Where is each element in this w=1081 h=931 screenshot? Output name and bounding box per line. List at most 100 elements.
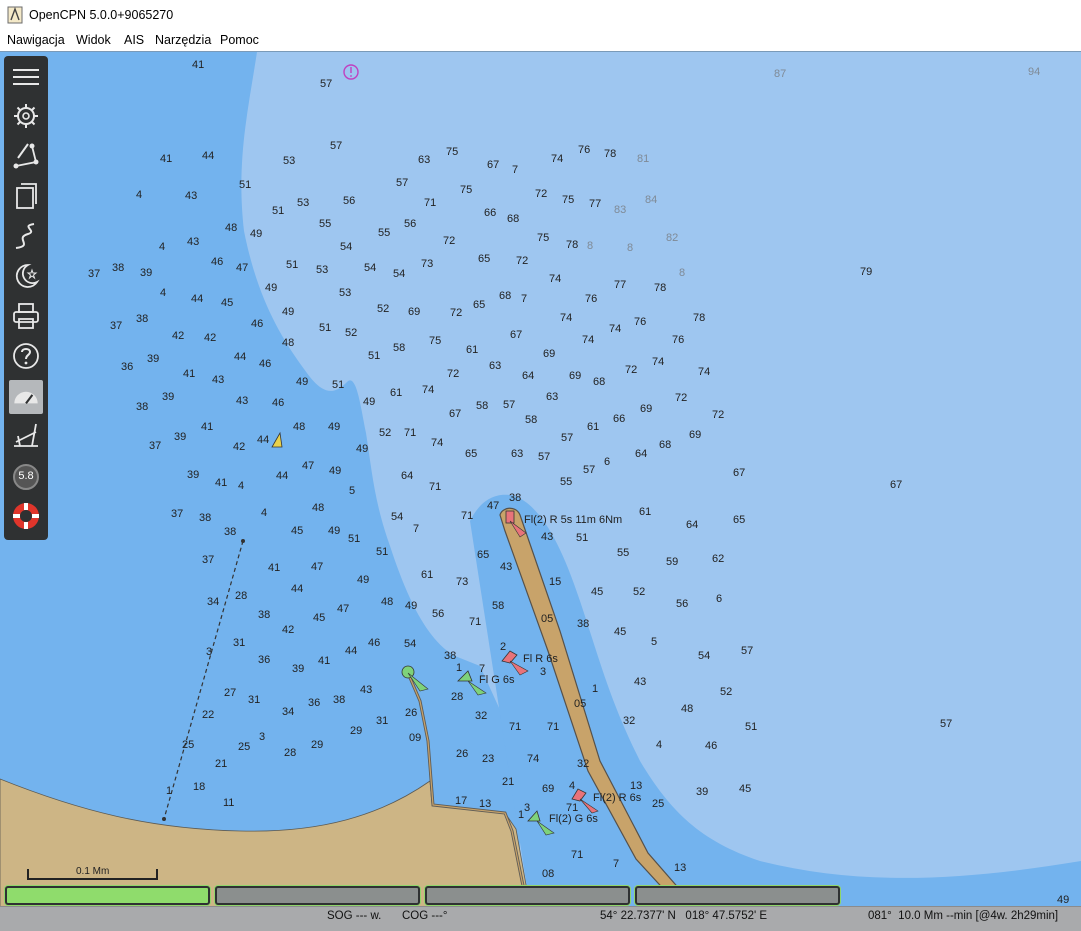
depth-sounding: 56	[676, 598, 688, 610]
stat-box-4[interactable]	[635, 886, 840, 905]
depth-sounding: 82	[666, 232, 678, 244]
depth-sounding: 43	[185, 190, 197, 202]
menu-nawigacja[interactable]: Nawigacja	[7, 33, 65, 47]
depth-sounding: 63	[489, 360, 501, 372]
depth-sounding: 05	[541, 613, 553, 625]
depth-sounding: 39	[187, 469, 199, 481]
depth-sounding: 38	[258, 609, 270, 621]
mob-icon[interactable]	[10, 500, 42, 532]
depth-sounding: 81	[637, 153, 649, 165]
depth-sounding: 76	[578, 144, 590, 156]
depth-sounding: 57	[940, 718, 952, 730]
depth-sounding: 44	[291, 583, 303, 595]
depth-sounding: 71	[404, 427, 416, 439]
depth-sounding: 72	[443, 235, 455, 247]
menu-narzedzia[interactable]: Narzędzia	[155, 33, 211, 47]
depth-sounding: 41	[160, 153, 172, 165]
depth-sounding: 1	[456, 662, 462, 674]
depth-sounding: 09	[409, 732, 421, 744]
menu-widok[interactable]: Widok	[76, 33, 111, 47]
depth-sounding: 39	[292, 663, 304, 675]
depth-sounding: 32	[623, 715, 635, 727]
depth-sounding: 4	[160, 287, 166, 299]
light-label-1: Fl(2) R 5s 11m 6Nm	[524, 514, 622, 526]
nautical-chart[interactable]: 415787 9441 44 5357637567 77476 78 814 43515153…	[0, 52, 1081, 906]
menu-pomoc[interactable]: Pomoc	[220, 33, 259, 47]
stat-box-1[interactable]	[5, 886, 210, 905]
status-bar: SOG --- w. COG ---° 54° 22.7377' N 018° …	[0, 906, 1081, 931]
depth-sounding: 69	[408, 306, 420, 318]
depth-sounding: 42	[204, 332, 216, 344]
depth-sounding: 22	[202, 709, 214, 721]
stat-box-3[interactable]	[425, 886, 630, 905]
layers-icon[interactable]	[10, 180, 42, 212]
depth-sounding: 57	[538, 451, 550, 463]
stat-box-2[interactable]	[215, 886, 420, 905]
help-icon[interactable]	[10, 340, 42, 372]
depth-sounding: 7	[521, 293, 527, 305]
depth-sounding: 49	[357, 574, 369, 586]
menu-ais[interactable]: AIS	[124, 33, 144, 47]
night-mode-icon[interactable]	[10, 260, 42, 292]
depth-sounding: 39	[174, 431, 186, 443]
depth-sounding: 68	[507, 213, 519, 225]
depth-sounding: 52	[345, 327, 357, 339]
zoom-indicator[interactable]: 5.8	[10, 461, 42, 493]
depth-sounding: 4	[238, 480, 244, 492]
depth-sounding: 31	[233, 637, 245, 649]
chart-canvas[interactable]: 41 57 87 94 41 44 53 57 63 75 67 7 74 76 78 81 4 43 51 51 53…	[0, 51, 1081, 906]
depth-sounding: 61	[390, 387, 402, 399]
depth-sounding: 36	[308, 697, 320, 709]
depth-sounding: 44	[202, 150, 214, 162]
depth-sounding: 1	[592, 683, 598, 695]
depth-sounding: 48	[681, 703, 693, 715]
depth-sounding: 53	[316, 264, 328, 276]
track-icon[interactable]	[10, 220, 42, 252]
dashboard-toggle[interactable]	[9, 380, 43, 414]
depth-sounding: 66	[613, 413, 625, 425]
depth-sounding: 75	[537, 232, 549, 244]
depth-sounding: 71	[429, 481, 441, 493]
depth-sounding: 51	[332, 379, 344, 391]
depth-sounding: 76	[672, 334, 684, 346]
route-icon[interactable]	[10, 140, 42, 172]
depth-sounding: 83	[614, 204, 626, 216]
depth-sounding: 5	[349, 485, 355, 497]
depth-sounding: 51	[319, 322, 331, 334]
tide-icon[interactable]	[10, 420, 42, 452]
depth-sounding: 26	[405, 707, 417, 719]
depth-sounding: 61	[466, 344, 478, 356]
depth-sounding: 45	[221, 297, 233, 309]
depth-sounding: 57	[320, 78, 332, 90]
depth-sounding: 08	[542, 868, 554, 880]
depth-sounding: 37	[88, 268, 100, 280]
depth-sounding: 61	[587, 421, 599, 433]
depth-sounding: 43	[634, 676, 646, 688]
depth-sounding: 67	[487, 159, 499, 171]
menu-icon[interactable]	[10, 61, 42, 93]
depth-sounding: 51	[368, 350, 380, 362]
depth-sounding: 49	[250, 228, 262, 240]
depth-sounding: 1	[166, 785, 172, 797]
depth-sounding: 54	[364, 262, 376, 274]
depth-sounding: 43	[500, 561, 512, 573]
dashboard-icon	[14, 391, 38, 405]
depth-sounding: 58	[525, 414, 537, 426]
depth-sounding: 4	[569, 780, 575, 792]
settings-icon[interactable]	[10, 100, 42, 132]
depth-sounding: 54	[340, 241, 352, 253]
depth-sounding: 34	[207, 596, 219, 608]
depth-sounding: 39	[147, 353, 159, 365]
depth-sounding: 56	[432, 608, 444, 620]
depth-sounding: 38	[444, 650, 456, 662]
depth-sounding: 23	[482, 753, 494, 765]
depth-sounding: 72	[675, 392, 687, 404]
depth-sounding: 72	[450, 307, 462, 319]
depth-sounding: 48	[282, 337, 294, 349]
print-icon[interactable]	[10, 300, 42, 332]
depth-sounding: 42	[233, 441, 245, 453]
depth-sounding: 51	[576, 532, 588, 544]
depth-sounding: 26	[456, 748, 468, 760]
depth-sounding: 44	[191, 293, 203, 305]
depth-sounding: 67	[449, 408, 461, 420]
